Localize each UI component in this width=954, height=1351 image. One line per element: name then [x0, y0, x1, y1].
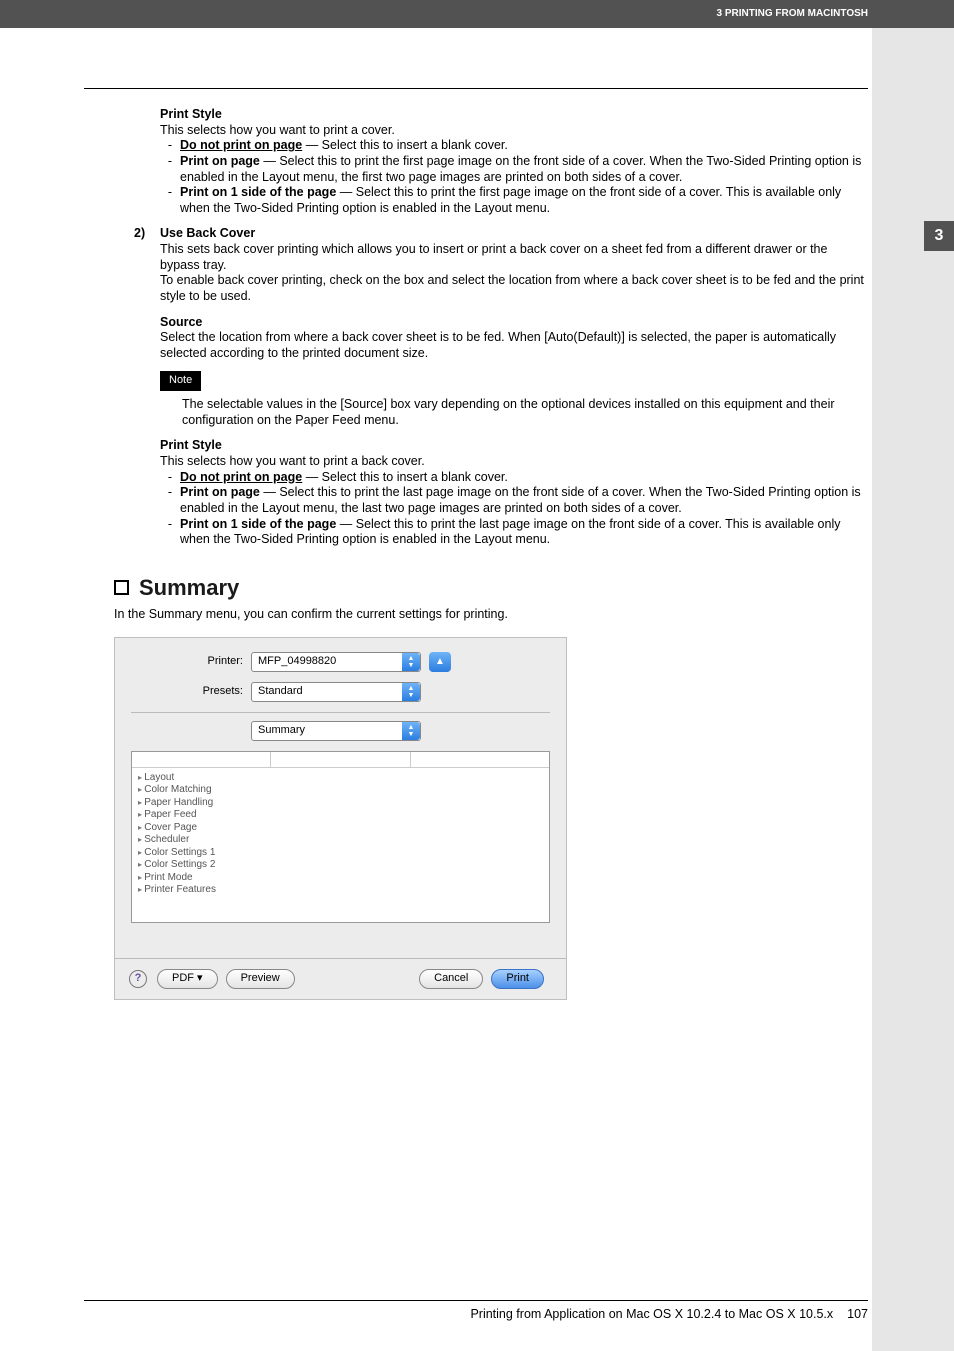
dash-icon: -	[160, 154, 180, 185]
ps1-bullet-2: Print on page — Select this to print the…	[180, 154, 868, 185]
ps1-bullet-1: Do not print on page — Select this to in…	[180, 138, 868, 154]
use-back-cover-heading: Use Back Cover	[160, 226, 868, 242]
square-bullet-icon	[114, 580, 129, 595]
print-button[interactable]: Print	[491, 969, 544, 989]
print-style-1-heading: Print Style	[160, 107, 868, 123]
top-rule	[84, 88, 868, 89]
list-item[interactable]: Paper Feed	[138, 809, 543, 822]
dash-icon: -	[160, 485, 180, 516]
list-item[interactable]: Color Matching	[138, 784, 543, 797]
chapter-tab: 3	[924, 221, 954, 251]
header-breadcrumb: 3 PRINTING FROM MACINTOSH	[0, 0, 954, 28]
list-item[interactable]: Cover Page	[138, 822, 543, 835]
dash-icon: -	[160, 185, 180, 216]
use-back-cover-p2: To enable back cover printing, check on …	[160, 273, 868, 304]
updown-icon: ▲▼	[402, 653, 420, 671]
summary-intro: In the Summary menu, you can confirm the…	[114, 607, 868, 623]
list-item[interactable]: Print Mode	[138, 872, 543, 885]
list-item[interactable]: Paper Handling	[138, 797, 543, 810]
updown-icon: ▲▼	[402, 722, 420, 740]
help-button[interactable]: ?	[129, 970, 147, 988]
pdf-button[interactable]: PDF ▾	[157, 969, 218, 989]
list-item[interactable]: Color Settings 1	[138, 847, 543, 860]
dash-icon: -	[160, 517, 180, 548]
dash-icon: -	[160, 470, 180, 486]
updown-icon: ▲▼	[402, 683, 420, 701]
page-footer: Printing from Application on Mac OS X 10…	[84, 1300, 868, 1321]
summary-heading: Summary	[114, 574, 868, 602]
note-text: The selectable values in the [Source] bo…	[182, 397, 868, 428]
print-style-1-intro: This selects how you want to print a cov…	[160, 123, 868, 139]
table-header	[132, 752, 549, 768]
ps2-bullet-1: Do not print on page — Select this to in…	[180, 470, 868, 486]
dash-icon: -	[160, 138, 180, 154]
list-number-2: 2)	[134, 226, 160, 547]
ps1-bullet-3: Print on 1 side of the page — Select thi…	[180, 185, 868, 216]
printer-label: Printer:	[131, 655, 251, 669]
presets-combo[interactable]: Standard ▲▼	[251, 682, 421, 702]
list-item[interactable]: Color Settings 2	[138, 859, 543, 872]
source-paragraph: Select the location from where a back co…	[160, 330, 868, 361]
note-label: Note	[160, 371, 201, 391]
list-item[interactable]: Printer Features	[138, 884, 543, 897]
presets-label: Presets:	[131, 685, 251, 699]
summary-table[interactable]: Layout Color Matching Paper Handling Pap…	[131, 751, 550, 923]
separator	[131, 712, 550, 713]
preview-button[interactable]: Preview	[226, 969, 295, 989]
ps2-bullet-3: Print on 1 side of the page — Select thi…	[180, 517, 868, 548]
use-back-cover-p1: This sets back cover printing which allo…	[160, 242, 868, 273]
print-dialog: Printer: MFP_04998820 ▲▼ ▲ Presets: Stan…	[114, 637, 567, 1000]
print-style-2-intro: This selects how you want to print a bac…	[160, 454, 868, 470]
printer-status-button[interactable]: ▲	[429, 652, 451, 672]
print-style-2-heading: Print Style	[160, 438, 868, 454]
list-item[interactable]: Scheduler	[138, 834, 543, 847]
printer-combo[interactable]: MFP_04998820 ▲▼	[251, 652, 421, 672]
panel-combo[interactable]: Summary ▲▼	[251, 721, 421, 741]
source-heading: Source	[160, 315, 868, 331]
list-item[interactable]: Layout	[138, 772, 543, 785]
ps2-bullet-2: Print on page — Select this to print the…	[180, 485, 868, 516]
cancel-button[interactable]: Cancel	[419, 969, 483, 989]
